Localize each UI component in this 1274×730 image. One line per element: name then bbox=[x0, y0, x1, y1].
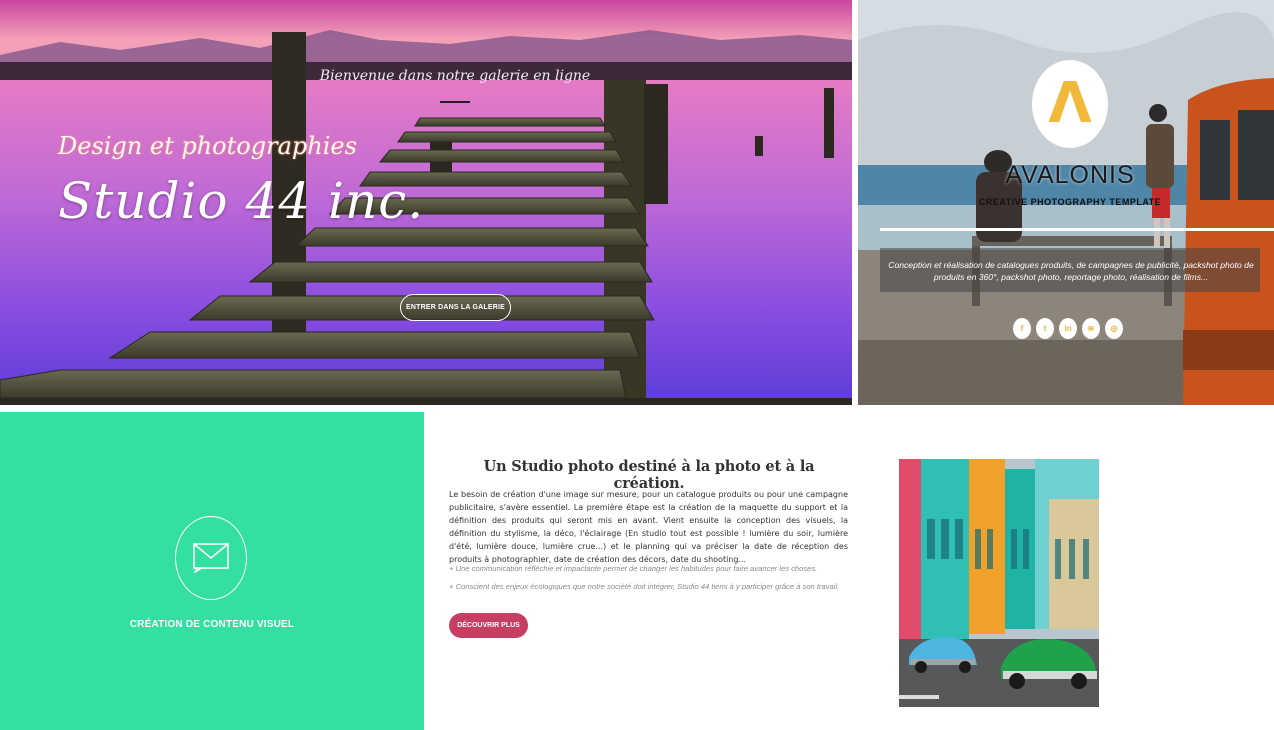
hero-banner: Bienvenue dans notre galerie en ligne De… bbox=[0, 0, 852, 405]
content-heading: Un Studio photo destiné à la photo et à … bbox=[483, 458, 815, 492]
discover-more-button[interactable]: DÉCOUVRIR PLUS bbox=[449, 613, 528, 638]
promo-divider bbox=[880, 228, 1274, 231]
havana-street-photo bbox=[899, 459, 1099, 707]
promo-subtitle: CREATIVE PHOTOGRAPHY TEMPLATE bbox=[978, 197, 1162, 207]
dribbble-icon[interactable]: ◎ bbox=[1105, 318, 1123, 339]
envelope-icon bbox=[193, 543, 229, 573]
feature-icon-circle bbox=[175, 516, 247, 600]
hero-divider bbox=[440, 101, 470, 103]
facebook-icon[interactable]: f bbox=[1013, 318, 1031, 339]
hero-tagline: Design et photographies bbox=[58, 132, 357, 160]
promo-title: AVALONIS bbox=[1005, 161, 1135, 189]
social-links: f t in ≋ ◎ bbox=[1013, 318, 1123, 339]
twitter-icon[interactable]: t bbox=[1036, 318, 1054, 339]
feature-block: CRÉATION DE CONTENU VISUEL bbox=[0, 412, 424, 730]
linkedin-icon[interactable]: in bbox=[1059, 318, 1077, 339]
avalonis-promo: Λ AVALONIS CREATIVE PHOTOGRAPHY TEMPLATE… bbox=[858, 0, 1274, 405]
hero-welcome-text: Bienvenue dans notre galerie en ligne bbox=[319, 68, 591, 84]
logo-lambda-icon: Λ bbox=[1048, 71, 1092, 136]
promo-description: Conception et réalisation de catalogues … bbox=[888, 260, 1254, 282]
feature-title: CRÉATION DE CONTENU VISUEL bbox=[129, 619, 295, 630]
content-paragraph: Le besoin de création d'une image sur me… bbox=[449, 490, 848, 564]
avalonis-logo: Λ bbox=[1032, 60, 1108, 148]
rss-icon[interactable]: ≋ bbox=[1082, 318, 1100, 339]
hero-brand-title: Studio 44 inc. bbox=[58, 172, 425, 230]
enter-gallery-button[interactable]: ENTRER DANS LA GALERIE bbox=[400, 294, 511, 321]
content-point: + Conscient des enjeux écologiques que n… bbox=[449, 582, 840, 591]
street-photo-image bbox=[899, 459, 1099, 707]
content-point: + Une communication réfléchie et impacta… bbox=[449, 564, 818, 573]
